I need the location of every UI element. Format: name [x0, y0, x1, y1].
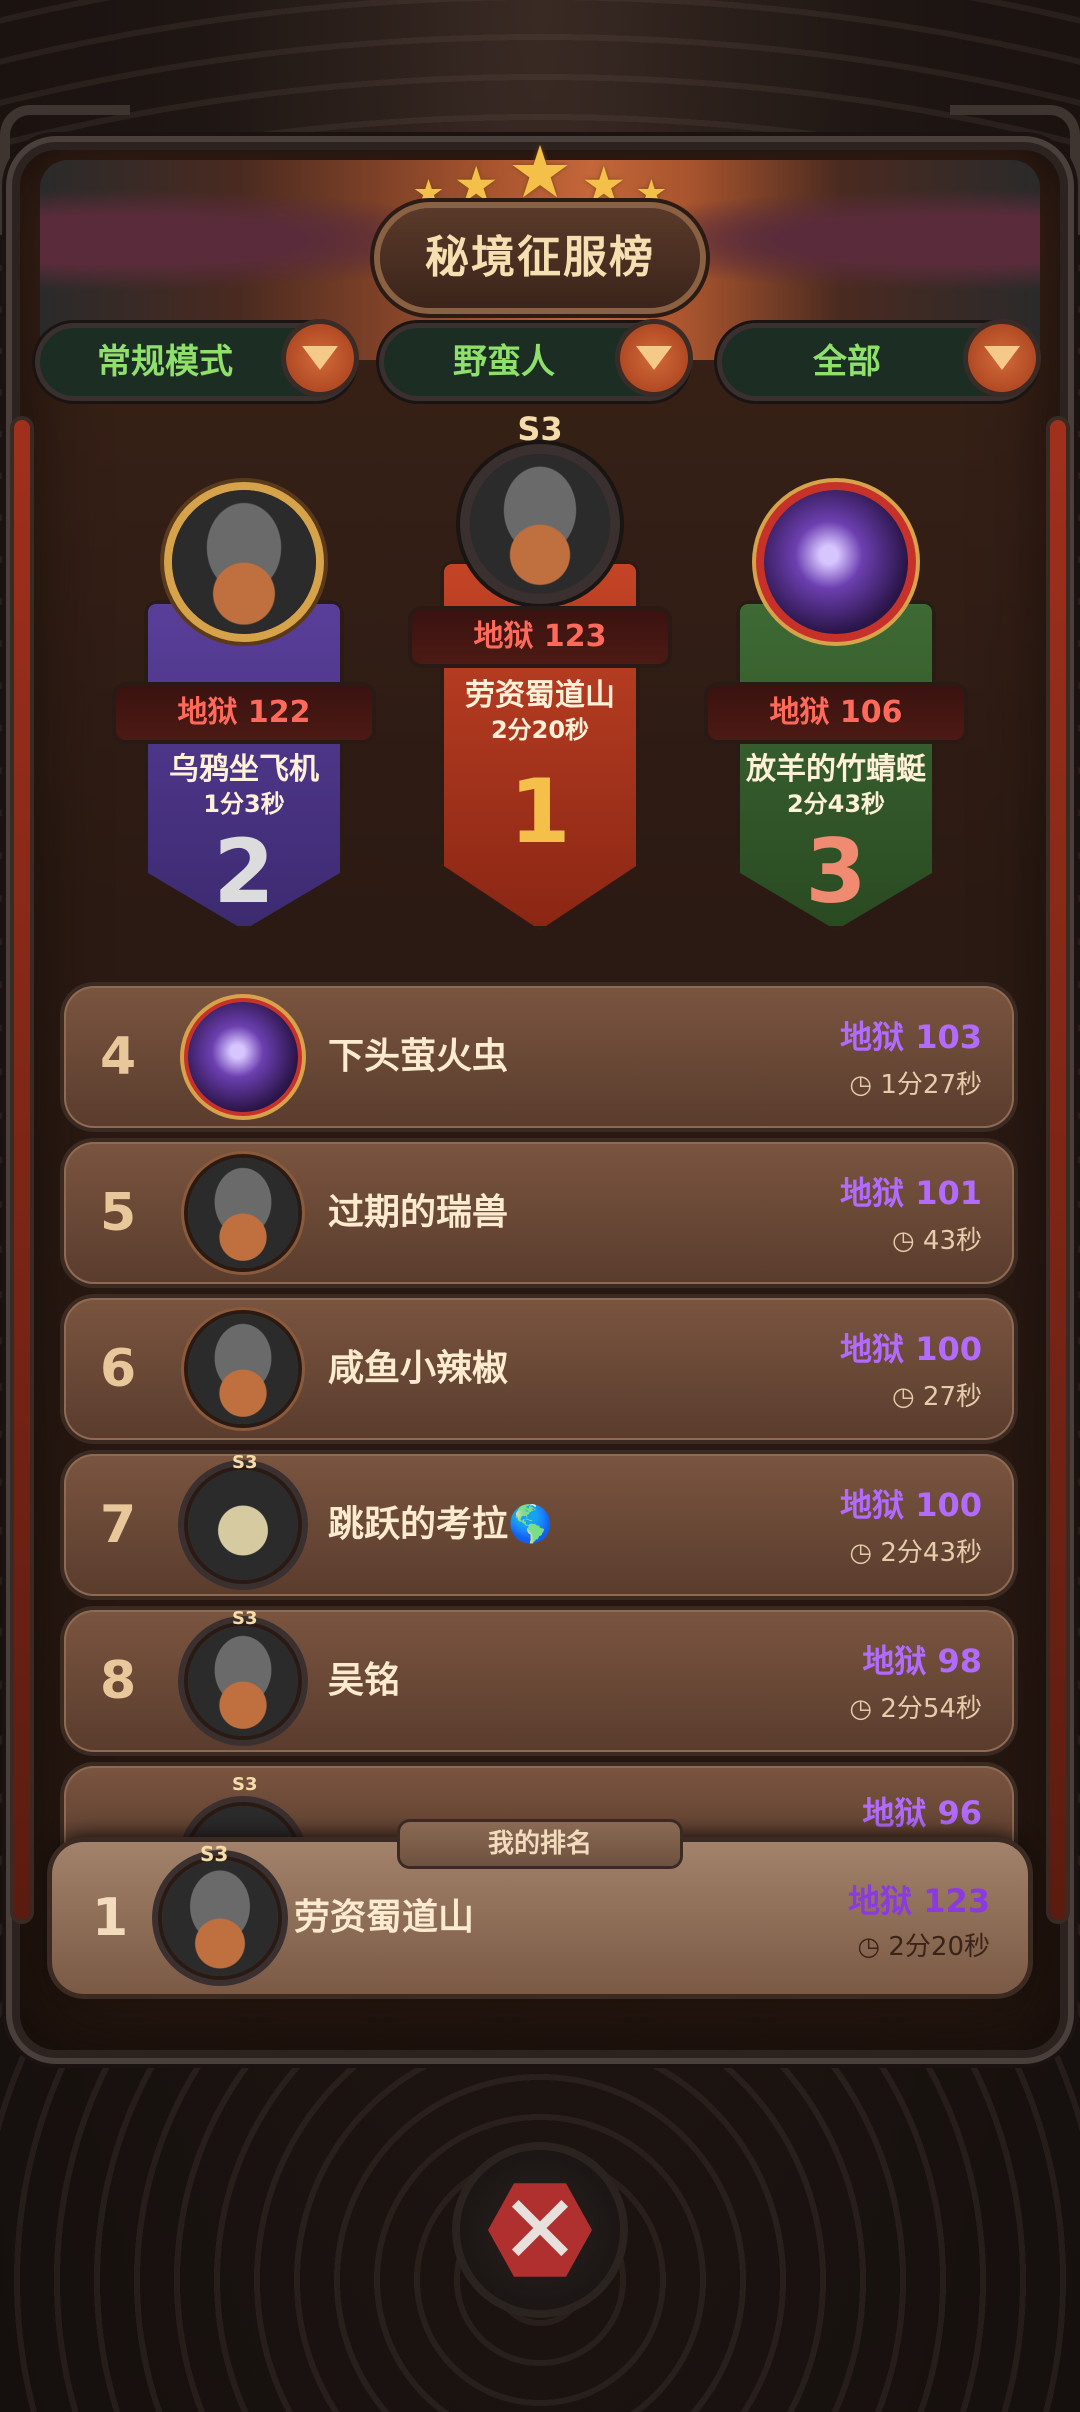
avatar	[470, 454, 610, 594]
triangle-down-icon[interactable]	[968, 324, 1036, 392]
season-badge: S3	[232, 1774, 258, 1795]
rank-number: 1	[92, 1888, 129, 1948]
close-icon: ✕	[499, 2174, 581, 2286]
list-item[interactable]: 4 下头萤火虫 地狱 103 ◷ 1分27秒	[64, 986, 1014, 1128]
rank-number: 7	[100, 1495, 137, 1555]
player-score: 地狱 101	[840, 1174, 982, 1212]
avatar	[188, 1002, 298, 1112]
podium-rank: 2	[213, 820, 275, 923]
player-name: 咸鱼小辣椒	[328, 1348, 509, 1389]
avatar	[188, 1314, 298, 1424]
page-title: 秘境征服榜	[380, 208, 700, 308]
star-icon: ★	[581, 156, 627, 214]
filter-class-label: 野蛮人	[453, 342, 555, 382]
list-item[interactable]: 6 咸鱼小辣椒 地狱 100 ◷ 27秒	[64, 1298, 1014, 1440]
list-item[interactable]: 5 过期的瑞兽 地狱 101 ◷ 43秒	[64, 1142, 1014, 1284]
list-item[interactable]: 8 S3 吴铭 地狱 98 ◷ 2分54秒	[64, 1608, 1014, 1752]
rank-number: 6	[100, 1339, 137, 1399]
avatar	[188, 1158, 298, 1268]
panel-side-bar-left	[14, 420, 30, 1920]
player-score: 地狱 123	[848, 1882, 990, 1920]
time-value: 2分20秒	[888, 1932, 990, 1962]
clock-icon: ◷	[849, 1538, 881, 1568]
time-value: 1分27秒	[880, 1070, 982, 1100]
star-icon: ★	[507, 130, 573, 214]
time-value: 43秒	[922, 1226, 982, 1256]
podium-time: 2分20秒	[490, 716, 590, 744]
player-time: ◷ 43秒	[892, 1220, 982, 1257]
player-name: 跳跃的考拉🌎	[328, 1504, 553, 1545]
triangle-down-icon[interactable]	[620, 324, 688, 392]
podium-third[interactable]: 地狱 106 放羊的竹蜻蜓 2分43秒 3	[708, 490, 964, 940]
podium-rank: 3	[805, 820, 867, 923]
filter-class[interactable]: 野蛮人	[384, 324, 688, 396]
podium-score: 地狱 106	[708, 686, 964, 740]
player-name: 下头萤火虫	[328, 1036, 509, 1077]
star-icon: ★	[453, 156, 499, 214]
clock-icon: ◷	[857, 1932, 889, 1962]
my-rank-label: 我的排名	[400, 1822, 680, 1866]
player-score: 地狱 96	[862, 1794, 982, 1832]
clock-icon: ◷	[849, 1070, 881, 1100]
rank-number: 5	[100, 1183, 137, 1243]
player-score: 地狱 100	[840, 1330, 982, 1368]
time-value: 2分54秒	[880, 1694, 982, 1724]
podium-time: 1分3秒	[203, 790, 285, 818]
season-badge: S3	[232, 1608, 258, 1629]
avatar	[162, 1860, 278, 1976]
player-time: ◷ 2分43秒	[849, 1532, 982, 1569]
clock-icon: ◷	[891, 1382, 923, 1412]
podium-name: 劳资蜀道山	[465, 678, 615, 713]
clock-icon: ◷	[849, 1694, 881, 1724]
podium-second[interactable]: 地狱 122 乌鸦坐飞机 1分3秒 2	[116, 490, 372, 940]
clock-icon: ◷	[891, 1226, 923, 1256]
filter-scope-label: 全部	[813, 342, 881, 382]
player-score: 地狱 103	[840, 1018, 982, 1056]
player-score: 地狱 100	[840, 1486, 982, 1524]
podium-rank: 1	[509, 760, 571, 863]
filter-scope[interactable]: 全部	[722, 324, 1036, 396]
player-name: 吴铭	[328, 1660, 401, 1701]
season-badge: S3	[200, 1842, 229, 1866]
list-item[interactable]: 7 S3 跳跃的考拉🌎 地狱 100 ◷ 2分43秒	[64, 1452, 1014, 1596]
time-value: 2分43秒	[880, 1538, 982, 1568]
avatar	[188, 1626, 298, 1736]
player-time: ◷ 2分54秒	[849, 1688, 982, 1725]
player-score: 地狱 98	[862, 1642, 982, 1680]
player-time: ◷ 2分20秒	[857, 1926, 990, 1963]
podium-name: 乌鸦坐飞机	[169, 752, 319, 787]
triangle-down-icon[interactable]	[286, 324, 354, 392]
rank-number: 8	[100, 1651, 137, 1711]
season-badge: S3	[517, 410, 563, 448]
avatar	[764, 490, 908, 634]
player-time: ◷ 1分27秒	[849, 1064, 982, 1101]
panel-side-bar-right	[1050, 420, 1066, 1920]
podium-first[interactable]: S3 地狱 123 劳资蜀道山 2分20秒 1	[412, 410, 668, 930]
podium-time: 2分43秒	[786, 790, 886, 818]
avatar	[188, 1470, 298, 1580]
season-badge: S3	[232, 1452, 258, 1473]
time-value: 27秒	[922, 1382, 982, 1412]
podium-score: 地狱 123	[412, 610, 668, 664]
podium-name: 放羊的竹蜻蜓	[746, 752, 926, 787]
filter-mode[interactable]: 常规模式	[40, 324, 354, 396]
close-button[interactable]: ✕	[460, 2150, 620, 2310]
rank-number: 4	[100, 1027, 137, 1087]
stars-decoration: ★ ★ ★ ★ ★	[0, 130, 1080, 214]
filter-mode-label: 常规模式	[97, 342, 233, 382]
avatar	[172, 490, 316, 634]
player-time: ◷ 27秒	[892, 1376, 982, 1413]
podium-score: 地狱 122	[116, 686, 372, 740]
player-name: 过期的瑞兽	[328, 1192, 509, 1233]
